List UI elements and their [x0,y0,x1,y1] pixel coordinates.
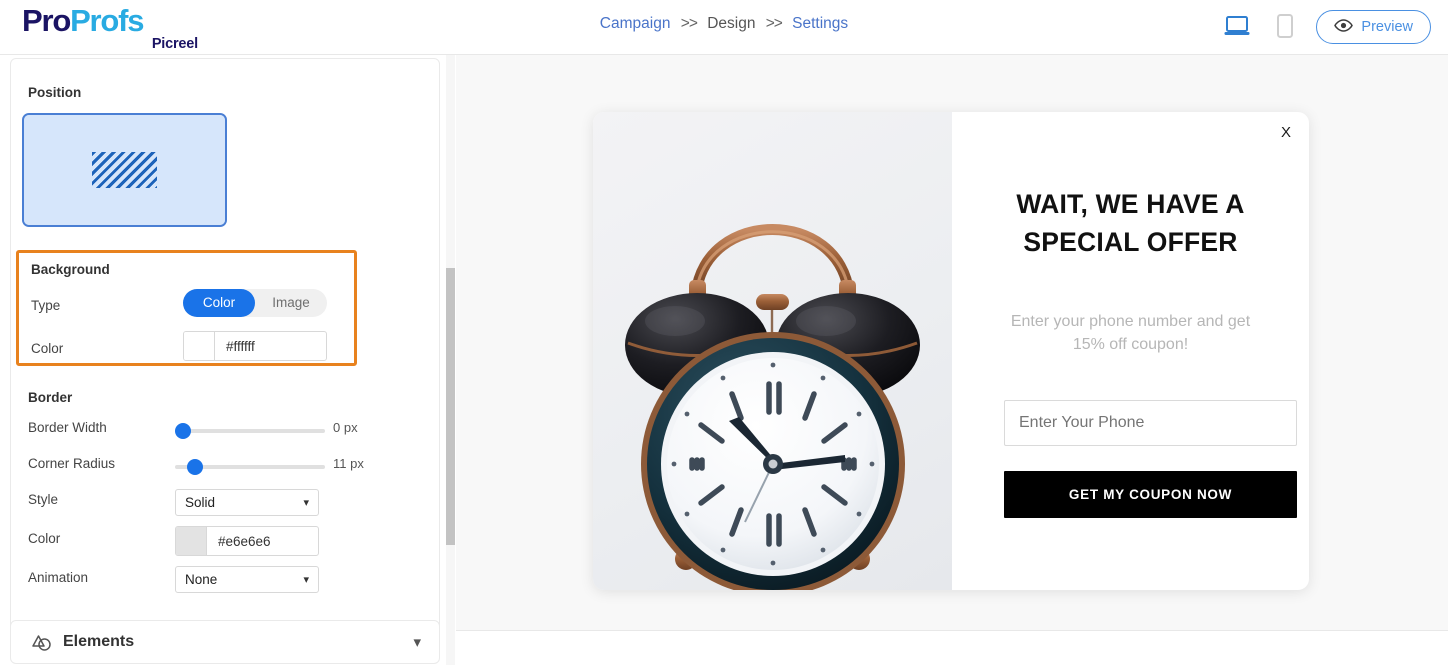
border-width-label: Border Width [28,420,107,435]
preview-canvas: X WAIT, WE HAVE A SPECIAL OFFER Enter yo… [456,55,1448,630]
preview-button[interactable]: Preview [1316,10,1431,44]
corner-radius-value: 11 px [333,456,364,471]
border-color-field[interactable]: #e6e6e6 [175,526,319,556]
popup-subtext: Enter your phone number and get 15% off … [980,310,1281,356]
border-style-select[interactable]: Solid ▾ [175,489,319,516]
elements-label: Elements [63,633,135,650]
background-color-swatch[interactable] [184,332,215,360]
design-panel: Position Background Type Color Image Col… [10,58,440,652]
position-cell-bottom-left[interactable] [24,189,90,225]
close-icon[interactable]: X [1281,124,1291,141]
background-type-label: Type [31,298,61,313]
border-width-slider-thumb[interactable] [175,423,191,439]
background-type-toggle[interactable]: Color Image [183,289,327,317]
breadcrumb-separator: >> [680,15,698,32]
sidebar-scrollbar-thumb[interactable] [446,268,455,545]
border-color-row: Color #e6e6e6 [11,520,441,560]
popup-headline-line2: SPECIAL OFFER [1023,227,1238,257]
chevron-down-icon: ▾ [303,497,309,509]
breadcrumb-item-design[interactable]: Design [707,15,755,32]
shapes-icon [31,633,55,658]
border-style-label: Style [28,492,59,507]
background-section-title: Background [31,262,110,277]
alarm-clock-illustration [625,224,920,590]
mobile-icon[interactable] [1270,12,1300,40]
border-width-slider[interactable] [175,423,325,439]
popup-image [593,112,952,590]
canvas-bottom-divider [456,630,1448,631]
border-animation-value: None [185,572,218,587]
position-cell-bottom-right[interactable] [159,189,225,225]
app-header: ProProfs Picreel Campaign >> Design >> S… [0,0,1448,55]
corner-radius-slider[interactable] [175,459,325,475]
border-width-value: 0 px [333,420,358,435]
background-color-value[interactable]: #ffffff [215,332,326,360]
border-color-label: Color [28,531,61,546]
popup-subtext-line2: 15% off coupon! [1072,336,1189,353]
get-coupon-button[interactable]: GET MY COUPON NOW [1004,471,1297,518]
popup-headline-line1: WAIT, WE HAVE A [1016,189,1245,219]
popup-body: X WAIT, WE HAVE A SPECIAL OFFER Enter yo… [952,112,1309,590]
position-cell-middle-center[interactable] [91,152,158,188]
position-cell-top-left[interactable] [24,115,90,151]
elements-accordion[interactable]: Elements ▾ [10,620,440,664]
design-sidebar: Position Background Type Color Image Col… [0,55,452,665]
corner-radius-row: Corner Radius 11 px [11,448,441,484]
preview-button-label: Preview [1361,19,1413,35]
breadcrumb-item-settings[interactable]: Settings [792,15,848,32]
phone-input[interactable] [1004,400,1297,446]
popup-headline: WAIT, WE HAVE A SPECIAL OFFER [980,185,1281,261]
border-width-slider-track[interactable] [175,429,325,433]
position-cell-top-right[interactable] [159,115,225,151]
border-section-title: Border [28,390,73,405]
position-grid[interactable] [22,113,227,227]
device-preview-toggle [1222,12,1300,40]
popup-subtext-line1: Enter your phone number and get [1010,313,1251,330]
desktop-icon[interactable] [1222,12,1252,40]
position-cell-middle-left[interactable] [24,152,90,188]
popup-preview: X WAIT, WE HAVE A SPECIAL OFFER Enter yo… [593,112,1309,590]
border-controls: Border Width 0 px Corner Radius 11 px St… [11,412,441,596]
background-type-option-image[interactable]: Image [255,289,327,317]
border-animation-select[interactable]: None ▾ [175,566,319,593]
border-width-row: Border Width 0 px [11,412,441,448]
border-style-row: Style Solid ▾ [11,484,441,520]
border-style-value: Solid [185,495,216,510]
border-animation-label: Animation [28,570,89,585]
chevron-down-icon: ▾ [303,574,309,586]
border-color-value[interactable]: #e6e6e6 [207,527,318,555]
border-color-swatch[interactable] [176,527,207,555]
background-color-label: Color [31,341,64,356]
corner-radius-slider-thumb[interactable] [187,459,203,475]
border-animation-row: Animation None ▾ [11,560,441,596]
logo-product-name: Picreel [151,36,198,52]
corner-radius-label: Corner Radius [28,456,116,471]
position-cell-top-center[interactable] [91,115,158,151]
background-type-option-color[interactable]: Color [183,289,255,317]
position-cell-bottom-center[interactable] [91,189,158,225]
eye-icon [1334,18,1354,36]
chevron-down-icon[interactable]: ▾ [413,633,421,651]
position-section-title: Position [28,85,82,100]
background-section: Background Type Color Image Color #fffff… [16,250,357,366]
background-color-field[interactable]: #ffffff [183,331,327,361]
breadcrumb-item-campaign[interactable]: Campaign [600,15,671,32]
position-cell-middle-right[interactable] [159,152,225,188]
breadcrumb-separator: >> [765,15,783,32]
